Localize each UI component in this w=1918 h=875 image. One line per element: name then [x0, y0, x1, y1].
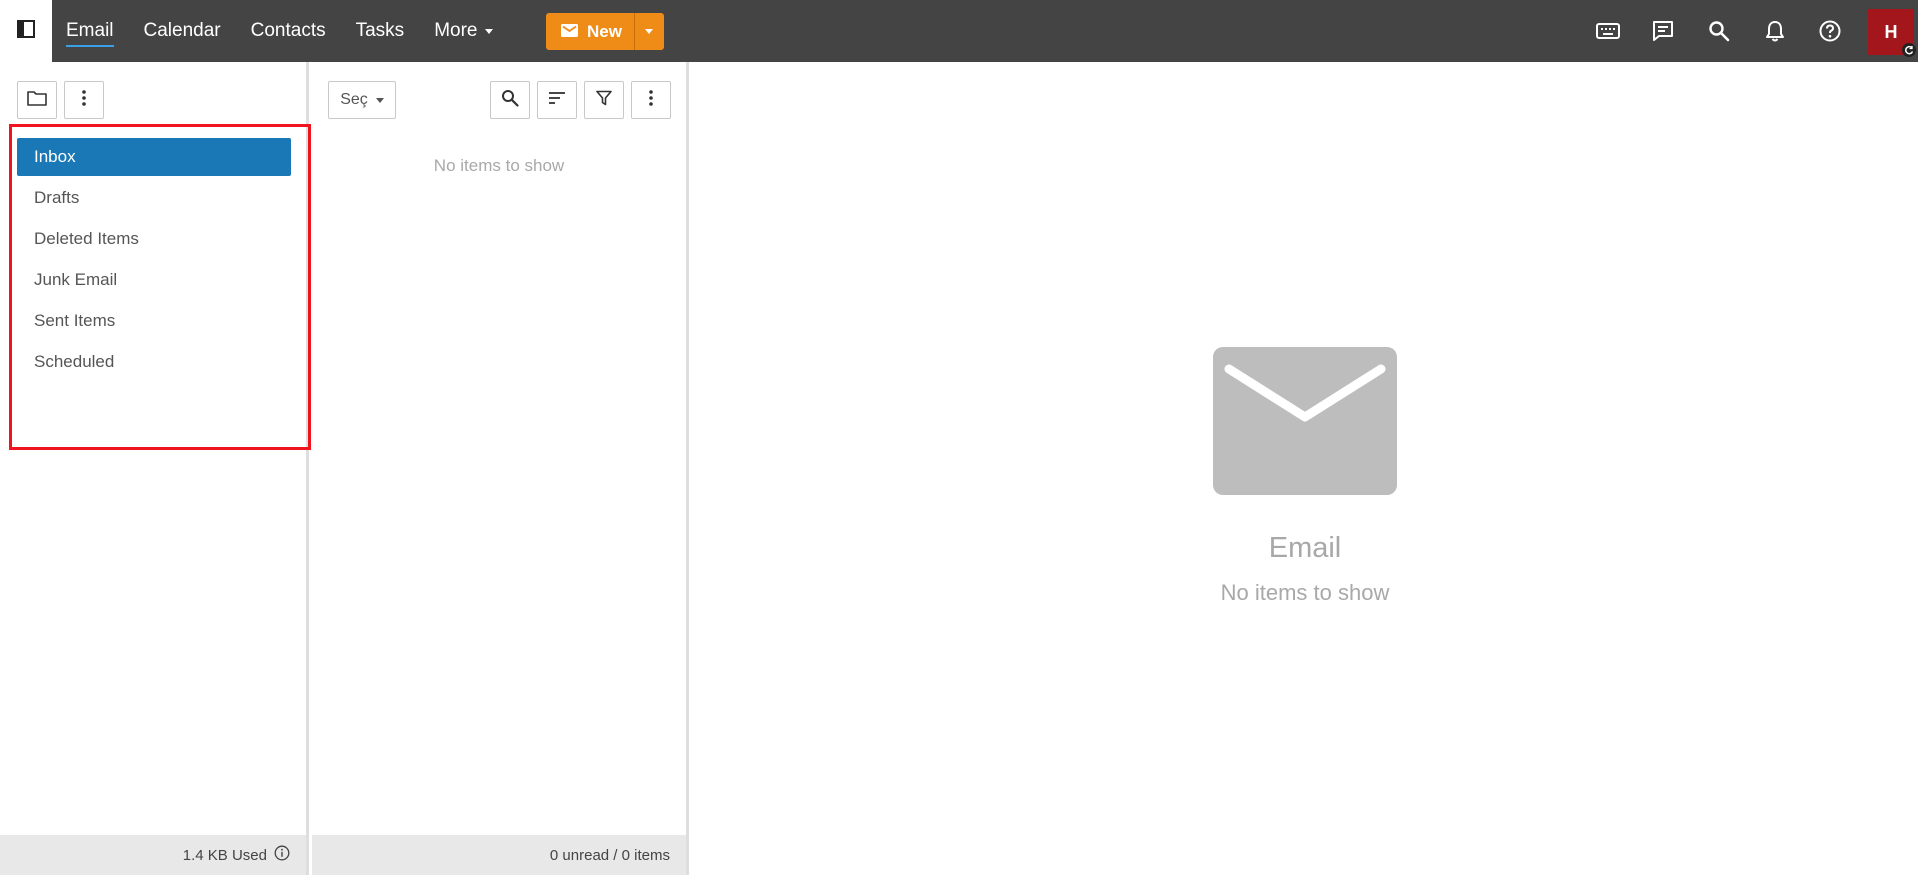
chevron-down-icon: [485, 28, 494, 34]
reading-pane-subtitle: No items to show: [1220, 580, 1390, 605]
user-avatar[interactable]: H: [1868, 9, 1916, 57]
envelope-icon: [1213, 347, 1397, 495]
folder-item-deleted-items[interactable]: Deleted Items: [17, 220, 291, 258]
folder-item-junk-email[interactable]: Junk Email: [17, 261, 291, 299]
folder-icon: [27, 90, 47, 111]
select-label: Seç: [340, 91, 368, 108]
sidebar-toggle-button[interactable]: [0, 0, 52, 62]
reading-pane-title: Email: [1268, 532, 1342, 564]
folder-item-inbox[interactable]: Inbox: [17, 138, 291, 176]
chevron-down-icon: [375, 97, 384, 103]
nav-email[interactable]: Email: [66, 20, 114, 47]
help-icon[interactable]: [1818, 19, 1842, 43]
new-button-group: New: [546, 13, 664, 50]
nav-calendar[interactable]: Calendar: [144, 20, 221, 42]
search-icon[interactable]: [1707, 19, 1731, 43]
folder-pane: Inbox Drafts Deleted Items Junk Email Se…: [0, 62, 309, 875]
message-list-pane: Seç No items to show 0 unread / 0 items: [312, 62, 689, 875]
more-vertical-icon: [649, 89, 653, 111]
list-status-footer: 0 unread / 0 items: [312, 835, 686, 875]
refresh-icon: [1902, 43, 1916, 57]
folder-item-sent-items[interactable]: Sent Items: [17, 302, 291, 340]
select-dropdown[interactable]: Seç: [328, 81, 396, 119]
nav-tasks[interactable]: Tasks: [356, 20, 405, 42]
storage-used-text: 1.4 KB Used: [182, 846, 267, 864]
reading-pane: Email No items to show: [692, 62, 1918, 875]
list-sort-button[interactable]: [537, 81, 577, 119]
new-button-label: New: [587, 21, 622, 41]
folder-list: Inbox Drafts Deleted Items Junk Email Se…: [17, 138, 291, 384]
storage-footer: 1.4 KB Used: [0, 835, 306, 875]
more-vertical-icon: [82, 89, 86, 111]
bell-icon[interactable]: [1763, 19, 1787, 43]
list-empty-message: No items to show: [433, 156, 565, 175]
filter-icon: [596, 90, 612, 111]
chevron-down-icon: [645, 29, 654, 34]
list-more-button[interactable]: [631, 81, 671, 119]
info-icon[interactable]: [274, 845, 290, 865]
avatar-initial: H: [1884, 21, 1898, 42]
main-nav: Email Calendar Contacts Tasks More: [66, 0, 523, 62]
list-search-button[interactable]: [490, 81, 530, 119]
unread-count-text: 0 unread / 0 items: [549, 846, 670, 864]
folder-actions-button[interactable]: [17, 81, 57, 119]
sidebar-toggle-icon: [17, 19, 35, 43]
new-dropdown-button[interactable]: [633, 13, 664, 50]
chat-icon[interactable]: [1651, 19, 1675, 43]
envelope-icon: [561, 22, 578, 42]
search-icon: [501, 89, 519, 112]
folder-item-drafts[interactable]: Drafts: [17, 179, 291, 217]
nav-contacts[interactable]: Contacts: [251, 20, 326, 42]
keyboard-icon[interactable]: [1596, 19, 1620, 43]
new-email-button[interactable]: New: [546, 13, 634, 50]
nav-more-label: More: [434, 20, 478, 41]
sort-icon: [548, 91, 566, 110]
nav-more-menu[interactable]: More: [434, 20, 494, 42]
top-bar: Email Calendar Contacts Tasks More New H: [0, 0, 1918, 62]
folder-more-button[interactable]: [64, 81, 104, 119]
list-filter-button[interactable]: [584, 81, 624, 119]
folder-item-scheduled[interactable]: Scheduled: [17, 343, 291, 381]
